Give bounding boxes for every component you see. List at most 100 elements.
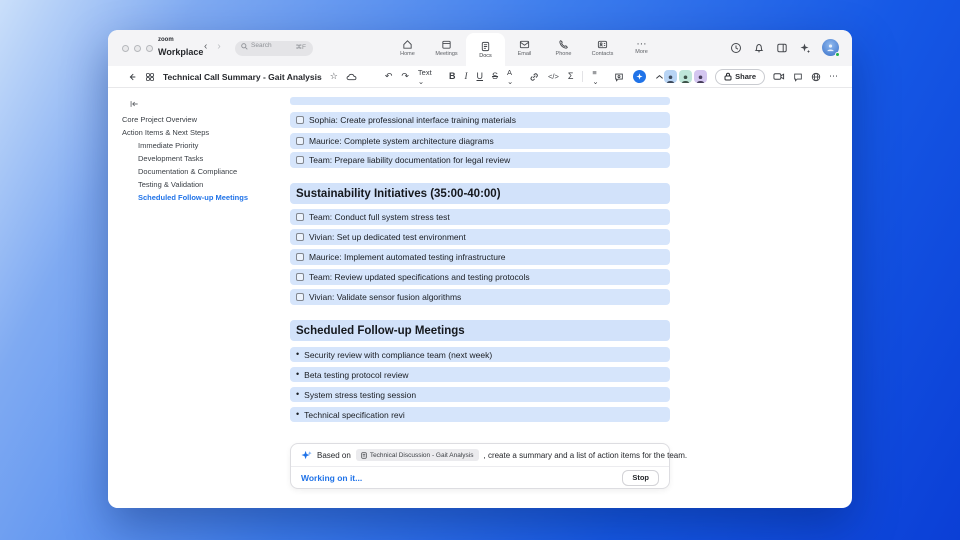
checklist-item[interactable]: Vivian: Set up dedicated test environmen… — [290, 229, 670, 245]
collaborator-avatar — [679, 70, 693, 83]
sidebar-item-development-tasks[interactable]: Development Tasks — [138, 154, 203, 163]
bullet-glyph: • — [296, 409, 300, 419]
tab-more[interactable]: ⋯ More — [622, 30, 661, 66]
app-top-bar: zoom Workplace ‹ › Search ⌘F Home Meetin… — [108, 30, 852, 66]
ai-companion-panel: Based on Technical Discussion - Gait Ana… — [290, 443, 687, 489]
bullet-item[interactable]: • Beta testing protocol review — [290, 367, 670, 382]
search-icon — [241, 43, 248, 50]
outline-sidebar: Core Project Overview Action Items & Nex… — [108, 88, 285, 508]
checklist-item[interactable]: Vivian: Validate sensor fusion algorithm… — [290, 289, 670, 305]
panel-toggle-icon[interactable] — [776, 42, 788, 54]
notifications-bell-icon[interactable] — [753, 42, 765, 54]
share-button[interactable]: Share — [715, 68, 765, 85]
checklist-item[interactable]: Maurice: Implement automated testing inf… — [290, 249, 670, 265]
italic-button[interactable]: I — [465, 72, 468, 81]
text-color-dropdown[interactable]: A ⌄ — [507, 68, 520, 86]
sidebar-item-immediate-priority[interactable]: Immediate Priority — [138, 141, 198, 150]
window-controls[interactable] — [122, 45, 153, 52]
checkbox[interactable] — [296, 213, 304, 221]
back-arrow-icon[interactable] — [127, 72, 137, 82]
stop-button[interactable]: Stop — [622, 469, 659, 486]
checklist-item[interactable]: Maurice: Complete system architecture di… — [290, 133, 670, 149]
section-heading: Scheduled Follow-up Meetings — [290, 320, 670, 341]
ai-status-text: Working on it... — [301, 472, 363, 483]
ai-companion-button[interactable] — [633, 70, 647, 83]
bullet-glyph: • — [296, 349, 300, 359]
checkbox[interactable] — [296, 116, 304, 124]
checkbox[interactable] — [296, 253, 304, 261]
checklist-item[interactable]: Team: Conduct full system stress test — [290, 209, 670, 225]
bullet-item[interactable]: • Security review with compliance team (… — [290, 347, 670, 362]
text-style-dropdown[interactable]: Text ⌄ — [418, 68, 440, 86]
checklist-item[interactable]: Team: Review updated specifications and … — [290, 269, 670, 285]
user-avatar[interactable] — [822, 39, 840, 57]
collaborator-avatar — [694, 70, 708, 83]
checkbox[interactable] — [296, 233, 304, 241]
back-button[interactable]: ‹ — [204, 41, 207, 52]
collapse-sidebar-icon[interactable] — [130, 100, 139, 108]
checkbox[interactable] — [296, 137, 304, 145]
toolbar-more-icon[interactable]: ⋯ — [829, 72, 838, 81]
tab-docs[interactable]: Docs — [466, 33, 505, 66]
checkbox[interactable] — [296, 156, 304, 164]
comment-icon[interactable] — [614, 72, 624, 82]
ai-companion-icon[interactable] — [799, 42, 811, 54]
close-window-button[interactable] — [122, 45, 129, 52]
search-input[interactable]: Search ⌘F — [235, 41, 313, 56]
checklist-item[interactable]: Sophia: Create professional interface tr… — [290, 112, 670, 128]
sidebar-item-testing-validation[interactable]: Testing & Validation — [138, 180, 203, 189]
bullet-glyph: • — [296, 389, 300, 399]
video-camera-icon[interactable] — [773, 72, 785, 81]
collaborator-avatars[interactable] — [664, 70, 708, 83]
ai-sparkle-icon — [301, 450, 312, 461]
align-dropdown[interactable]: ≡ ⌄ — [592, 68, 605, 86]
sidebar-item-action-items[interactable]: Action Items & Next Steps — [122, 128, 209, 137]
sidebar-item-documentation-compliance[interactable]: Documentation & Compliance — [138, 167, 237, 176]
bullet-glyph: • — [296, 369, 300, 379]
tab-contacts[interactable]: Contacts — [583, 30, 622, 66]
more-icon: ⋯ — [636, 38, 647, 50]
tab-home[interactable]: Home — [388, 30, 427, 66]
lock-icon — [724, 72, 732, 81]
forward-button[interactable]: › — [217, 41, 220, 52]
tab-meetings[interactable]: Meetings — [427, 30, 466, 66]
zoom-workplace-window: zoom Workplace ‹ › Search ⌘F Home Meetin… — [108, 30, 852, 508]
tab-email[interactable]: Email — [505, 30, 544, 66]
docs-home-icon[interactable] — [145, 72, 155, 82]
clipped-checklist-row — [290, 97, 670, 105]
cloud-sync-icon — [346, 73, 357, 81]
globe-icon[interactable] — [811, 72, 821, 82]
checkbox[interactable] — [296, 293, 304, 301]
tab-phone[interactable]: Phone — [544, 30, 583, 66]
zoom-workplace-logo: zoom Workplace — [158, 37, 204, 57]
strikethrough-button[interactable]: S — [492, 72, 498, 81]
document-title: Technical Call Summary - Gait Analysis — [163, 71, 322, 82]
history-icon[interactable] — [730, 42, 742, 54]
checklist-item[interactable]: Team: Prepare liability documentation fo… — [290, 152, 670, 168]
bullet-item[interactable]: • System stress testing session — [290, 387, 670, 402]
presence-dot — [835, 52, 840, 57]
main-nav-tabs: Home Meetings Docs Email Phone Contacts — [388, 30, 661, 66]
document-body: Sophia: Create professional interface tr… — [290, 88, 687, 508]
section-heading: Sustainability Initiatives (35:00-40:00) — [290, 183, 670, 204]
code-block-icon[interactable]: </> — [548, 72, 559, 81]
redo-icon[interactable]: ↷ — [401, 72, 409, 81]
formula-icon[interactable]: Σ — [568, 72, 574, 81]
chat-bubble-icon[interactable] — [793, 72, 803, 82]
bullet-item[interactable]: • Technical specification revi — [290, 407, 670, 422]
prompt-suffix: , create a summary and a list of action … — [483, 450, 688, 460]
collapse-toolbar-icon[interactable] — [655, 74, 664, 80]
link-icon[interactable] — [529, 72, 539, 82]
favorite-star-icon[interactable]: ☆ — [330, 72, 338, 81]
sidebar-item-core-project-overview[interactable]: Core Project Overview — [122, 115, 197, 124]
minimize-window-button[interactable] — [134, 45, 141, 52]
underline-button[interactable]: U — [477, 72, 484, 81]
undo-icon[interactable]: ↶ — [385, 72, 393, 81]
source-doc-chip[interactable]: Technical Discussion - Gait Analysis — [355, 449, 479, 461]
bold-button[interactable]: B — [449, 72, 456, 81]
checkbox[interactable] — [296, 273, 304, 281]
search-shortcut: ⌘F — [295, 44, 306, 51]
zoom-window-button[interactable] — [146, 45, 153, 52]
sidebar-item-scheduled-follow-up[interactable]: Scheduled Follow-up Meetings — [138, 193, 248, 202]
search-placeholder: Search — [251, 42, 272, 49]
